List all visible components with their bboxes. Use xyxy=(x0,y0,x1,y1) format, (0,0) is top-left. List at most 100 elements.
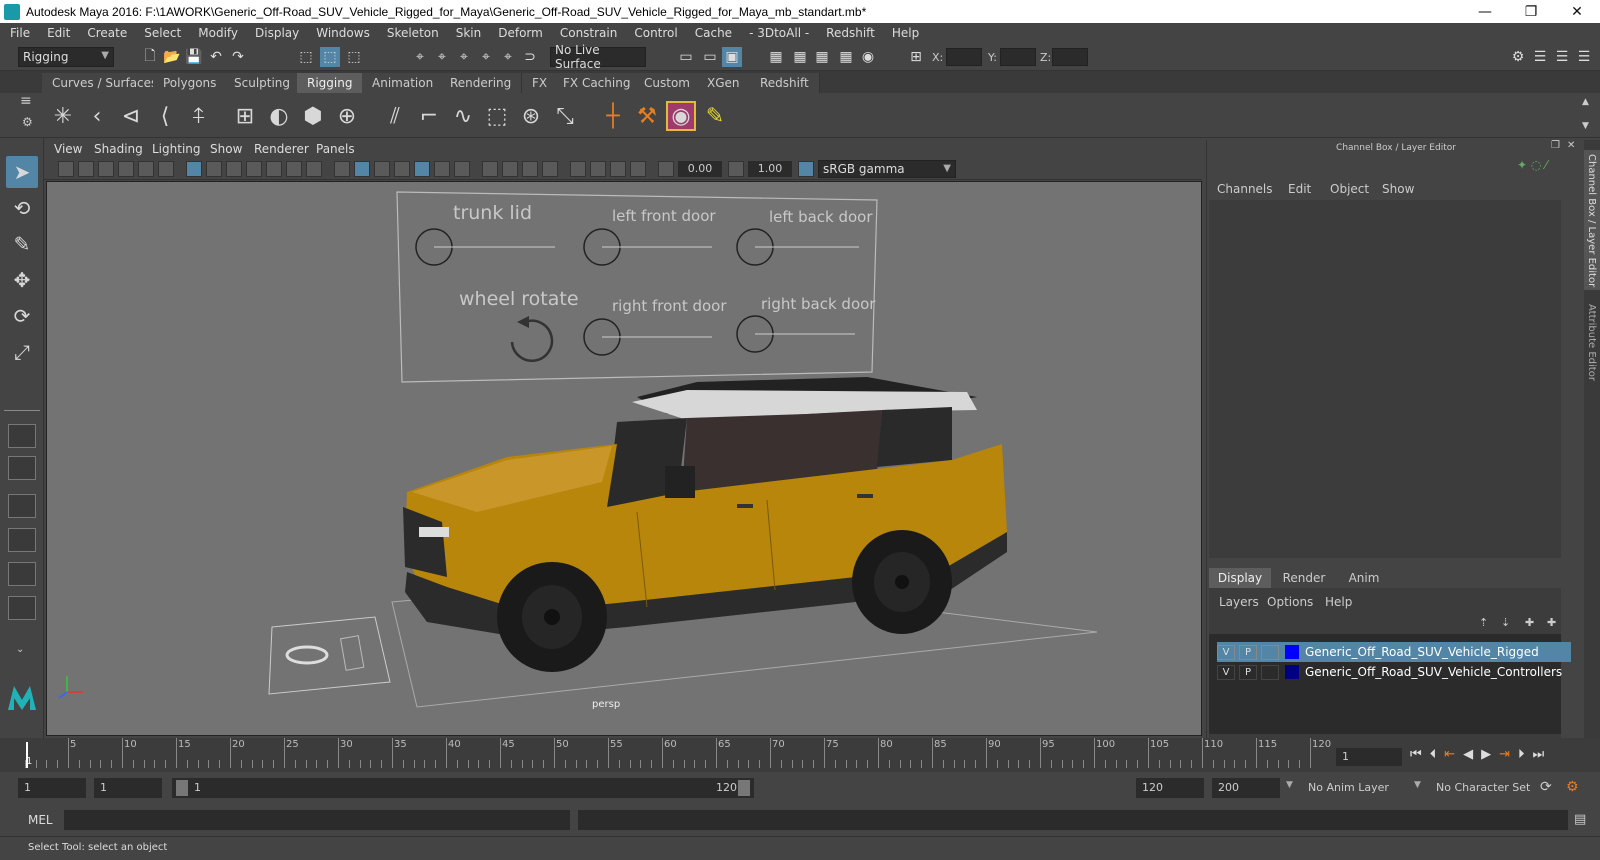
menu-redshift[interactable]: Redshift xyxy=(826,26,875,40)
menu-file[interactable]: File xyxy=(10,26,30,40)
go-to-start-icon[interactable]: ⏮ xyxy=(1410,747,1430,762)
snap-point-icon[interactable]: ⌖ xyxy=(454,47,474,67)
animation-start-field[interactable]: 1 xyxy=(18,778,86,798)
custom-layout-button[interactable] xyxy=(8,596,36,620)
go-to-end-icon[interactable]: ⏭ xyxy=(1533,747,1553,762)
menu-select[interactable]: Select xyxy=(144,26,181,40)
joint-tool-icon[interactable]: ✳ xyxy=(48,101,78,131)
float-panel-icon[interactable]: ❐ xyxy=(1551,140,1560,151)
time-slider[interactable]: 5 10 15 20 25 30 35 40 45 50 55 60 65 70 75 80 85 90 95 100… xyxy=(0,738,1600,772)
range-bar[interactable]: 1 120 xyxy=(172,778,754,798)
layer-tab-anim[interactable]: Anim xyxy=(1337,568,1391,588)
shelf-tab-fx-caching[interactable]: FX Caching xyxy=(553,73,642,93)
select-component-icon[interactable]: ⬚ xyxy=(344,47,364,67)
channel-object-menu[interactable]: Object xyxy=(1330,182,1369,196)
shelf-settings-icon[interactable]: ⚙ xyxy=(22,115,33,129)
xray-icon[interactable] xyxy=(590,161,606,177)
snap-curve-icon[interactable]: ⌖ xyxy=(432,47,452,67)
shelf-tab-animation[interactable]: Animation xyxy=(362,73,445,93)
menu-skin[interactable]: Skin xyxy=(456,26,482,40)
new-scene-icon[interactable]: 🗋 xyxy=(140,47,160,67)
snap-view-icon[interactable]: ⌖ xyxy=(476,47,496,67)
wireframe-icon[interactable] xyxy=(334,161,350,177)
layer-options-menu[interactable]: Options xyxy=(1267,595,1313,609)
use-all-lights-icon[interactable] xyxy=(434,161,450,177)
ipr-render-icon[interactable]: ▦ xyxy=(812,47,832,67)
range-end-handle[interactable] xyxy=(738,780,750,796)
layer-row[interactable]: V P Generic_Off_Road_SUV_Vehicle_Rigged xyxy=(1217,642,1571,662)
ik-spline-icon[interactable]: ⌐ xyxy=(414,101,444,131)
locator-icon[interactable]: ⬚ xyxy=(482,101,512,131)
layer-tab-render[interactable]: Render xyxy=(1273,568,1335,588)
safe-title-icon[interactable] xyxy=(306,161,322,177)
point-constraint-icon[interactable]: ⤡ xyxy=(550,101,580,131)
open-scene-icon[interactable]: 📂 xyxy=(162,47,182,67)
menu-skeleton[interactable]: Skeleton xyxy=(387,26,439,40)
layer-tab-display[interactable]: Display xyxy=(1209,568,1271,588)
modeling-toolkit-icon[interactable]: ⚙ xyxy=(1508,47,1528,67)
channel-edit-menu[interactable]: Edit xyxy=(1288,182,1311,196)
menu-3dtoall[interactable]: - 3DtoAll - xyxy=(749,26,809,40)
lattice-icon[interactable]: ⬢ xyxy=(298,101,328,131)
panel-menu-shading[interactable]: Shading xyxy=(94,142,143,156)
shelf-tab-xgen[interactable]: XGen xyxy=(697,73,751,93)
gamma-icon[interactable] xyxy=(728,161,744,177)
scale-tool-icon[interactable]: ⤢ xyxy=(6,336,38,368)
motion-blur-icon[interactable] xyxy=(502,161,518,177)
ik-spline-handle-icon[interactable]: ∿ xyxy=(448,101,478,131)
new-layer-selected-icon[interactable]: ✚ xyxy=(1547,616,1556,629)
menu-cache[interactable]: Cache xyxy=(695,26,732,40)
snap-surface-icon[interactable]: ⌖ xyxy=(498,47,518,67)
x-field[interactable] xyxy=(946,48,982,66)
shelf-tab-redshift[interactable]: Redshift xyxy=(750,73,820,93)
textured-icon[interactable] xyxy=(414,161,430,177)
screen-space-ao-icon[interactable] xyxy=(482,161,498,177)
select-tool-icon[interactable]: ➤ xyxy=(6,156,38,188)
close-button[interactable]: ✕ xyxy=(1554,0,1600,23)
single-perspective-layout-button[interactable] xyxy=(8,424,36,448)
current-time-indicator[interactable] xyxy=(26,742,28,768)
shelf-tab-curves[interactable]: Curves / Surfaces xyxy=(42,73,169,93)
film-gate-icon[interactable] xyxy=(206,161,222,177)
range-start-handle[interactable] xyxy=(176,780,188,796)
grid-toggle-icon[interactable] xyxy=(186,161,202,177)
xray-joints-icon[interactable] xyxy=(630,161,646,177)
layer-color-swatch[interactable] xyxy=(1285,665,1299,679)
field-chart-icon[interactable] xyxy=(266,161,282,177)
image-plane-icon[interactable] xyxy=(118,161,134,177)
smooth-shade-icon[interactable] xyxy=(354,161,370,177)
shelf-tab-sculpting[interactable]: Sculpting xyxy=(224,73,302,93)
layer-row[interactable]: V P Generic_Off_Road_SUV_Vehicle_Control… xyxy=(1217,662,1571,682)
shadows-icon[interactable] xyxy=(454,161,470,177)
playback-start-field[interactable]: 1 xyxy=(94,778,162,798)
menu-windows[interactable]: Windows xyxy=(316,26,370,40)
transform-mode-icon[interactable]: ⊞ xyxy=(906,47,926,67)
panel-menu-view[interactable]: View xyxy=(54,142,82,156)
step-back-key-icon[interactable]: ⇤ xyxy=(1444,747,1463,762)
tool-settings-toggle-icon[interactable]: ☰ xyxy=(1552,47,1572,67)
render-settings-icon[interactable]: ▦ xyxy=(836,47,856,67)
magnet-icon[interactable]: ⊃ xyxy=(520,47,540,67)
menu-control[interactable]: Control xyxy=(634,26,677,40)
grease-pencil-icon[interactable] xyxy=(158,161,174,177)
menu-help[interactable]: Help xyxy=(892,26,919,40)
color-space-dropdown[interactable]: sRGB gamma ▼ xyxy=(818,160,956,178)
hypershade-layout-button[interactable] xyxy=(8,562,36,586)
wrap-deformer-icon[interactable]: ✎ xyxy=(700,101,730,131)
construction-history-icon[interactable]: ▣ xyxy=(722,47,742,67)
menu-display[interactable]: Display xyxy=(255,26,299,40)
mel-label[interactable]: MEL xyxy=(28,813,53,827)
layer-visibility-toggle[interactable]: V xyxy=(1217,644,1235,660)
side-tab-attribute-editor[interactable]: Attribute Editor xyxy=(1584,300,1600,396)
layer-type-toggle[interactable] xyxy=(1261,664,1279,680)
perspective-viewport[interactable]: trunk lid left front door left back door… xyxy=(46,181,1202,736)
y-field[interactable] xyxy=(1000,48,1036,66)
2d-pan-zoom-icon[interactable] xyxy=(138,161,154,177)
z-field[interactable] xyxy=(1052,48,1088,66)
menu-constrain[interactable]: Constrain xyxy=(560,26,618,40)
isolate-select-icon[interactable] xyxy=(570,161,586,177)
four-view-layout-button[interactable] xyxy=(8,456,36,480)
layers-menu[interactable]: Layers xyxy=(1219,595,1259,609)
paint-select-icon[interactable]: ✎ xyxy=(6,228,38,260)
paint-weights-icon[interactable]: ◐ xyxy=(264,101,294,131)
